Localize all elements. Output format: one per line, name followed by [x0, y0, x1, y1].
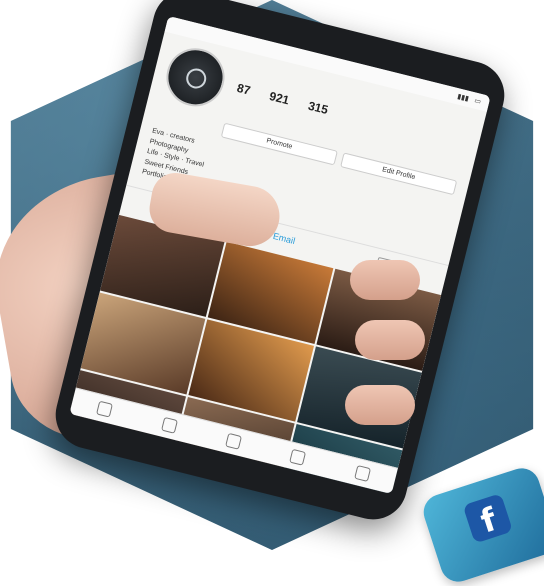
stat-posts-value: 87 — [235, 80, 252, 98]
finger — [355, 320, 425, 360]
battery-icon: ▭ — [473, 97, 482, 106]
stat-followers-value: 921 — [267, 88, 291, 108]
facebook-icon: f — [462, 493, 514, 544]
tab-email[interactable]: Email — [271, 230, 296, 249]
profile-icon[interactable] — [353, 464, 371, 482]
facebook-app-badge: f — [419, 463, 544, 586]
home-icon[interactable] — [96, 400, 114, 418]
add-icon[interactable] — [225, 432, 243, 450]
profile-stats: 87 921 315 — [236, 81, 330, 117]
avatar[interactable] — [160, 42, 231, 113]
finger — [350, 260, 420, 300]
signal-icon: ▮▮▮ — [456, 93, 470, 103]
photo-scene: ▮▮▮ ▭ 87 921 315 Promote Edit Profile Ev… — [0, 0, 544, 586]
search-icon[interactable] — [160, 416, 178, 434]
finger — [345, 385, 415, 425]
stat-following[interactable]: 315 — [307, 99, 330, 117]
stat-following-value: 315 — [306, 98, 330, 118]
heart-icon[interactable] — [289, 448, 307, 466]
stat-followers[interactable]: 921 — [268, 89, 291, 107]
stat-posts[interactable]: 87 — [236, 81, 252, 98]
